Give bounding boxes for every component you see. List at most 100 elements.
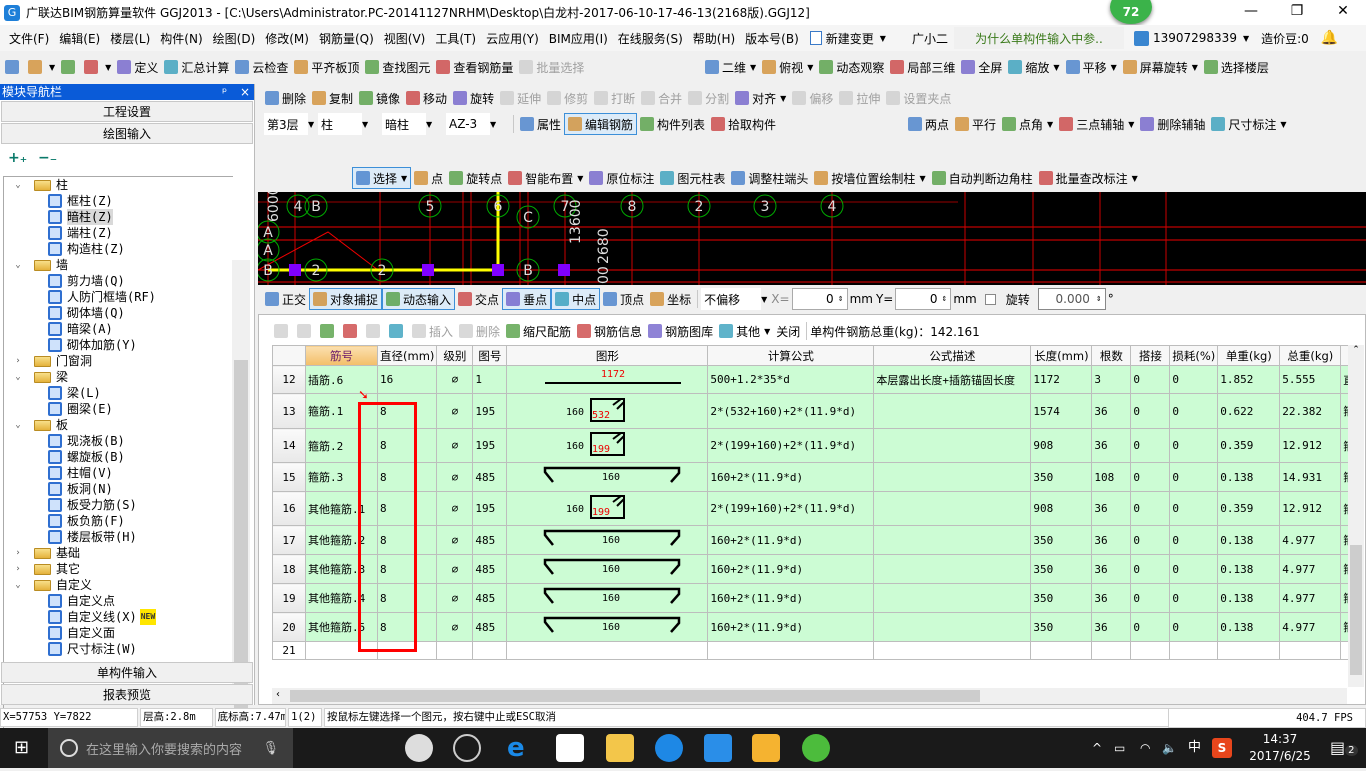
rotate-button[interactable]: 旋转 xyxy=(450,87,497,109)
close-button[interactable]: ✕ xyxy=(1320,0,1366,25)
midpoint-button[interactable]: 中点 xyxy=(551,288,601,310)
merge-button[interactable]: 合并 xyxy=(638,87,685,109)
cell-grade[interactable]: ⌀ xyxy=(436,612,474,642)
move-up-button[interactable] xyxy=(363,320,386,342)
cell-loss[interactable]: 0 xyxy=(1169,428,1219,463)
cell-fig[interactable]: 1 xyxy=(472,365,508,394)
cell-unit[interactable]: 0.138 xyxy=(1217,525,1281,555)
dropdown-arrow-icon[interactable]: ▼ xyxy=(764,327,770,336)
cell-fig[interactable]: 195 xyxy=(472,428,508,463)
tree-item[interactable]: 砌体墙(Q) xyxy=(4,305,233,321)
scrollbar-thumb[interactable] xyxy=(234,360,248,710)
type-select[interactable]: 柱 xyxy=(318,113,362,135)
menu-item[interactable]: 钢筋量(Q) xyxy=(314,30,379,47)
x-input[interactable]: 0 ⇕ xyxy=(791,288,848,310)
dropdown-arrow-icon[interactable]: ▼ xyxy=(1053,63,1059,72)
batch-select-button[interactable]: 批量选择 xyxy=(516,56,587,78)
cell-formula[interactable]: 160+2*(11.9*d) xyxy=(707,612,875,642)
rotate-input[interactable]: 0.000 ⇕ xyxy=(1037,288,1106,310)
scroll-left-icon[interactable]: ‹ xyxy=(276,689,280,700)
cell-no[interactable]: 16 xyxy=(272,491,306,526)
sigma-button[interactable]: 汇总计算 xyxy=(161,56,232,78)
cell-shape[interactable]: 160 199 xyxy=(506,491,709,526)
grip-point-button[interactable]: 设置夹点 xyxy=(883,87,954,109)
dropdown-arrow-icon[interactable]: ▼ xyxy=(401,174,407,183)
menu-item[interactable]: 云应用(Y) xyxy=(481,30,544,47)
tree-item[interactable]: 自定义面 xyxy=(4,625,233,641)
cell-count[interactable]: 36 xyxy=(1091,428,1132,463)
cell-unit[interactable]: 0.138 xyxy=(1217,583,1281,613)
cell-desc[interactable] xyxy=(873,525,1032,555)
close-button[interactable]: 关闭 xyxy=(773,320,803,342)
user-account[interactable]: 13907298339 ▼ xyxy=(1128,27,1255,49)
two-point-button[interactable]: 两点 xyxy=(905,113,952,135)
cell-unit[interactable]: 0.138 xyxy=(1217,612,1281,642)
move-button[interactable]: 移动 xyxy=(403,87,450,109)
cell-lap[interactable]: 0 xyxy=(1130,491,1171,526)
menu-item[interactable]: 楼层(L) xyxy=(105,30,155,47)
open-folder-button[interactable]: ▼ xyxy=(25,56,58,78)
column-header[interactable]: 总重(kg) xyxy=(1279,345,1342,366)
file-explorer-icon[interactable] xyxy=(606,734,634,762)
cell-desc[interactable] xyxy=(873,641,1032,660)
dropdown-arrow-icon[interactable]: ▼ xyxy=(750,63,756,72)
menu-item[interactable]: 视图(V) xyxy=(379,30,431,47)
cell-dia[interactable]: 16 xyxy=(376,365,438,394)
cell-len[interactable]: 908 xyxy=(1030,428,1093,463)
cell-grade[interactable]: ⌀ xyxy=(436,462,474,492)
cell-loss[interactable] xyxy=(1169,641,1219,660)
chevron-right-icon[interactable]: › xyxy=(12,353,24,369)
cell-fig[interactable]: 195 xyxy=(472,393,508,429)
column-header[interactable]: 图形 xyxy=(506,345,709,366)
dropdown-arrow-icon[interactable]: ▼ xyxy=(577,174,583,183)
offset-button[interactable]: 偏移 xyxy=(789,87,836,109)
point-button[interactable]: 点 xyxy=(411,167,446,189)
cell-shape[interactable]: 160 199 xyxy=(506,428,709,463)
move-down-button[interactable] xyxy=(386,320,409,342)
tree-item[interactable]: 圈梁(E) xyxy=(4,401,233,417)
tree-item[interactable]: 自定义线(X) NEW xyxy=(4,609,233,625)
cell-formula[interactable]: 160+2*(11.9*d) xyxy=(707,554,875,584)
column-table-button[interactable]: 图元柱表 xyxy=(657,167,728,189)
properties-button[interactable]: 属性 xyxy=(517,113,564,135)
tree-item[interactable]: 端柱(Z) xyxy=(4,225,233,241)
component-list-button[interactable]: 构件列表 xyxy=(637,113,708,135)
cell-fig[interactable]: 485 xyxy=(472,612,508,642)
column-header[interactable]: 级别 xyxy=(436,345,474,366)
tree-item[interactable]: 剪力墙(Q) xyxy=(4,273,233,289)
cell-shape[interactable]: 160 xyxy=(506,583,709,613)
2d-button[interactable]: 二维 ▼ xyxy=(702,56,759,78)
cell-total[interactable]: 22.382 xyxy=(1279,393,1342,429)
column-header[interactable]: 损耗(%) xyxy=(1169,345,1219,366)
cell-desc[interactable] xyxy=(873,491,1032,526)
tree-item[interactable]: 人防门框墙(RF) xyxy=(4,289,233,305)
cloud-check-button[interactable]: 云检查 xyxy=(232,56,291,78)
cell-formula[interactable]: 2*(532+160)+2*(11.9*d) xyxy=(707,393,875,429)
glodon-app-icon[interactable] xyxy=(655,734,683,762)
collapse-all-icon[interactable]: −₋ xyxy=(38,150,57,166)
cell-total[interactable]: 4.977 xyxy=(1279,554,1342,584)
taskbar-search[interactable]: 在这里输入你要搜索的内容 🎙 xyxy=(48,728,293,768)
cell-lap[interactable]: 0 xyxy=(1130,583,1171,613)
tree-item[interactable]: 板洞(N) xyxy=(4,481,233,497)
zoom-button[interactable]: 缩放 ▼ xyxy=(1005,56,1062,78)
tree-item[interactable]: 尺寸标注(W) xyxy=(4,641,233,657)
next-button[interactable] xyxy=(317,320,340,342)
save-button[interactable] xyxy=(58,56,81,78)
menu-item[interactable]: 修改(M) xyxy=(260,30,314,47)
insert-button[interactable]: 插入 xyxy=(409,320,456,342)
tree-item[interactable]: 现浇板(B) xyxy=(4,433,233,449)
rebar-info-button[interactable]: 钢筋信息 xyxy=(574,320,645,342)
cell-formula[interactable]: 160+2*(11.9*d) xyxy=(707,525,875,555)
column-marker[interactable] xyxy=(558,264,570,276)
cell-loss[interactable]: 0 xyxy=(1169,393,1219,429)
tree-folder[interactable]: ⌄ 自定义 xyxy=(4,577,233,593)
fan-app-icon[interactable] xyxy=(405,734,433,762)
cell-len[interactable]: 350 xyxy=(1030,462,1093,492)
cell-no[interactable]: 20 xyxy=(272,612,306,642)
grid-vertical-scrollbar[interactable]: ⌃ xyxy=(1348,345,1364,687)
cell-total[interactable]: 4.977 xyxy=(1279,525,1342,555)
single-component-input-button[interactable]: 单构件输入 xyxy=(1,662,253,683)
cell-lap[interactable]: 0 xyxy=(1130,462,1171,492)
pick-component-button[interactable]: 拾取构件 xyxy=(708,113,779,135)
